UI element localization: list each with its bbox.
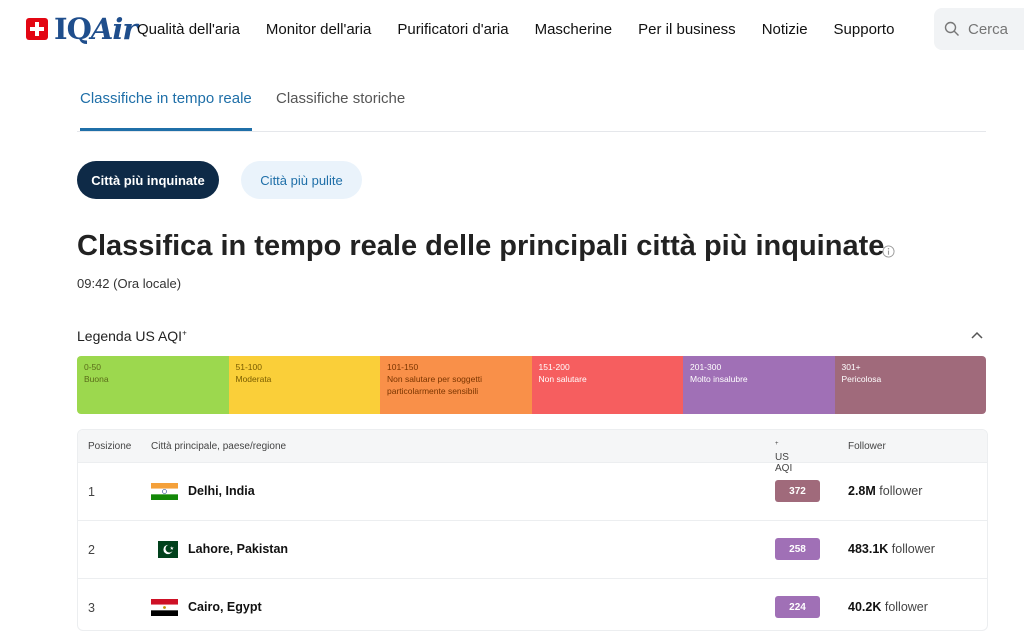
legend-range: 151-200	[538, 362, 570, 372]
table-row[interactable]: 2 Lahore, Pakistan 258 483.1K follower	[78, 520, 987, 578]
followers-count: 40.2K	[848, 600, 882, 614]
swiss-cross-icon	[26, 18, 48, 40]
row-city[interactable]: Delhi, India	[188, 484, 255, 498]
ranking-table: Posizione Città principale, paese/region…	[77, 429, 988, 631]
legend-label: Moderata	[235, 374, 272, 384]
table-row[interactable]: 1 Delhi, India 372 2.8M follower	[78, 462, 987, 520]
most-polluted-button[interactable]: Città più inquinate	[77, 161, 219, 199]
legend-label: Non salutare	[538, 374, 587, 384]
legend-segment-sensitive: 101-150 Non salutare per soggetti partico…	[380, 356, 532, 414]
top-nav: IQAir Qualità dell'aria Monitor dell'ari…	[0, 0, 1024, 60]
nav-menu: Qualità dell'aria Monitor dell'aria Puri…	[137, 21, 920, 38]
legend-label: Buona	[84, 374, 109, 384]
nav-item-air-purifiers[interactable]: Purificatori d'aria	[397, 21, 508, 38]
legend-range: 101-150	[387, 362, 419, 372]
search-input[interactable]	[966, 19, 1024, 39]
table-row[interactable]: 3 Cairo, Egypt 224 40.2K follower	[78, 578, 987, 630]
followers-label: follower	[879, 484, 923, 498]
search-icon	[944, 21, 959, 36]
followers-count: 2.8M	[848, 484, 876, 498]
row-city[interactable]: Lahore, Pakistan	[188, 542, 288, 556]
nav-item-masks[interactable]: Mascherine	[535, 21, 613, 38]
legend-label: Pericolosa	[841, 374, 882, 384]
legend-title-text: Legenda US AQI	[77, 328, 183, 344]
table-header: Posizione Città principale, paese/region…	[78, 430, 987, 474]
col-header-followers: Follower	[848, 441, 886, 452]
nav-item-air-quality[interactable]: Qualità dell'aria	[137, 21, 240, 38]
iqair-logo[interactable]: IQAir	[26, 12, 138, 46]
followers-count: 483.1K	[848, 542, 889, 556]
col-header-city: Città principale, paese/regione	[151, 441, 287, 452]
row-city[interactable]: Cairo, Egypt	[188, 600, 262, 614]
followers-label: follower	[891, 542, 935, 556]
legend-segment-good: 0-50 Buona	[77, 356, 229, 414]
nav-item-air-monitors[interactable]: Monitor dell'aria	[266, 21, 371, 38]
pakistan-flag-icon	[151, 541, 178, 558]
legend-segment-very-unhealthy: 201-300 Molto insalubre	[683, 356, 835, 414]
ranking-tabs: Classifiche in tempo reale Classifiche s…	[77, 90, 986, 132]
nav-item-news[interactable]: Notizie	[762, 21, 808, 38]
legend-range: 51-100	[235, 362, 262, 372]
legend-segment-hazardous: 301+ Pericolosa	[834, 356, 986, 414]
row-followers: 483.1K follower	[848, 542, 935, 556]
legend-label: Non salutare per soggetti particolarment…	[387, 374, 482, 396]
legend-range: 301+	[841, 362, 861, 372]
logo-text-suffix: Air	[90, 12, 138, 46]
aqi-badge: 258	[775, 538, 820, 560]
row-position: 2	[88, 543, 95, 557]
col-header-aqi-sup: +	[775, 441, 779, 447]
row-followers: 40.2K follower	[848, 600, 928, 614]
legend-segment-unhealthy: 151-200 Non salutare	[531, 356, 683, 414]
search-box[interactable]	[934, 8, 1024, 50]
legend-label: Molto insalubre	[690, 374, 748, 384]
cleanest-button[interactable]: Città più pulite	[241, 161, 362, 199]
india-flag-icon	[151, 483, 178, 500]
aqi-badge: 224	[775, 596, 820, 618]
nav-item-business[interactable]: Per il business	[638, 21, 736, 38]
nav-item-support[interactable]: Supporto	[834, 21, 895, 38]
followers-label: follower	[884, 600, 928, 614]
tab-historical-rankings[interactable]: Classifiche storiche	[276, 90, 405, 130]
chevron-up-icon[interactable]	[970, 330, 984, 340]
aqi-legend-bar: 0-50 Buona 51-100 Moderata 101-150 Non salu…	[77, 356, 986, 414]
legend-range: 201-300	[690, 362, 722, 372]
tab-realtime-rankings[interactable]: Classifiche in tempo reale	[80, 90, 252, 131]
legend-range: 0-50	[84, 362, 102, 372]
legend-title-sup: +	[182, 328, 187, 338]
col-header-position: Posizione	[88, 441, 132, 452]
row-followers: 2.8M follower	[848, 484, 922, 498]
egypt-flag-icon	[151, 599, 178, 616]
logo-text-prefix: IQ	[54, 12, 92, 46]
info-icon[interactable]	[882, 245, 895, 258]
page-title: Classifica in tempo reale delle principa…	[77, 230, 885, 262]
row-position: 1	[88, 485, 95, 499]
legend-segment-moderate: 51-100 Moderata	[228, 356, 380, 414]
legend-title: Legenda US AQI+	[77, 328, 187, 344]
col-header-aqi[interactable]: US AQI +	[775, 441, 792, 474]
local-time: 09:42 (Ora locale)	[77, 276, 182, 291]
row-position: 3	[88, 601, 95, 615]
aqi-badge: 372	[775, 480, 820, 502]
